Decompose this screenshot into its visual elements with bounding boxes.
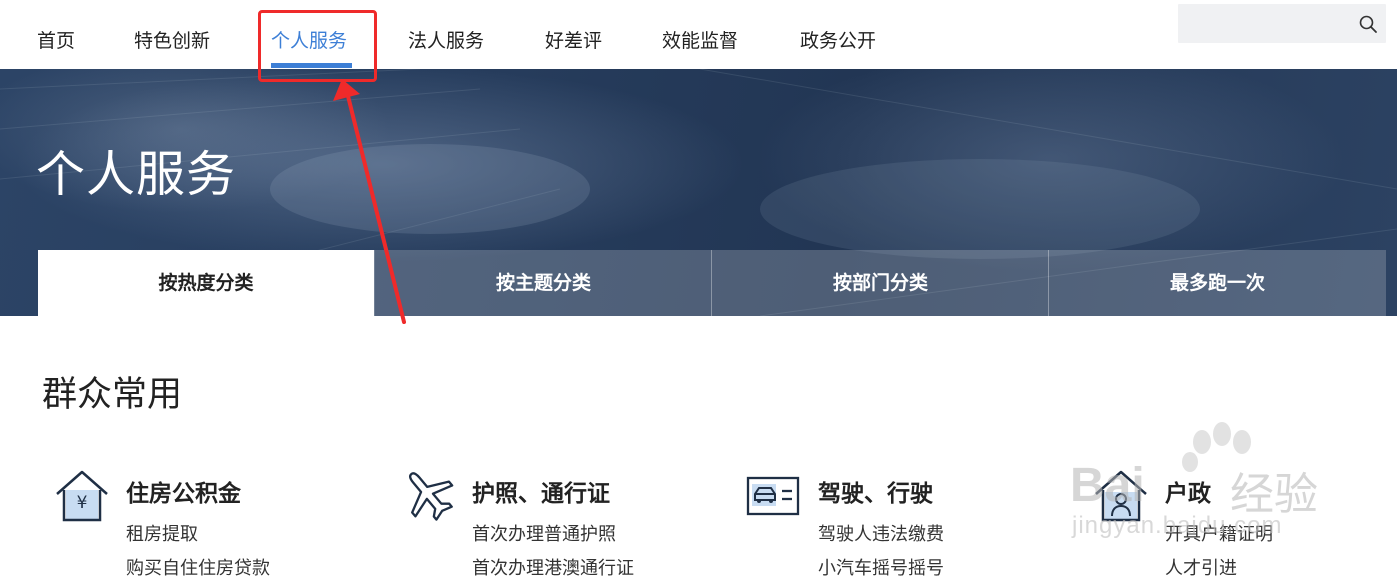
- watermark-brand: Bai: [1070, 459, 1145, 512]
- section-title: 群众常用: [42, 375, 183, 415]
- top-nav: 首页 特色创新 个人服务 法人服务 好差评 效能监督 政务公开: [0, 0, 1397, 69]
- nav-item-innovation[interactable]: 特色创新: [134, 26, 210, 53]
- svg-text:¥: ¥: [77, 493, 88, 513]
- search-icon[interactable]: [1358, 14, 1378, 34]
- driver-license-icon: [746, 476, 800, 516]
- service-link[interactable]: 人才引进: [1165, 554, 1237, 580]
- nav-item-efficiency[interactable]: 效能监督: [662, 26, 738, 53]
- watermark-url: jingyan.baidu.com: [1072, 512, 1283, 539]
- hero-banner: 个人服务 按热度分类 按主题分类 按部门分类 最多跑一次: [0, 69, 1397, 316]
- annotation-highlight-box: [258, 10, 377, 82]
- tab-run-once[interactable]: 最多跑一次: [1048, 250, 1386, 316]
- category-title[interactable]: 住房公积金: [126, 474, 241, 508]
- nav-item-home[interactable]: 首页: [37, 26, 75, 53]
- airplane-icon: [409, 472, 454, 521]
- service-link[interactable]: 首次办理港澳通行证: [472, 554, 634, 580]
- nav-item-legal-services[interactable]: 法人服务: [408, 26, 484, 53]
- service-link[interactable]: 小汽车摇号摇号: [818, 554, 944, 580]
- category-title[interactable]: 驾驶、行驶: [818, 474, 933, 508]
- category-title[interactable]: 户政: [1165, 474, 1211, 508]
- tab-by-department[interactable]: 按部门分类: [711, 250, 1049, 316]
- house-yuan-icon: ¥: [56, 470, 108, 522]
- nav-item-reviews[interactable]: 好差评: [545, 26, 602, 53]
- service-link[interactable]: 购买自住住房贷款: [126, 554, 270, 580]
- category-tabs: 按热度分类 按主题分类 按部门分类 最多跑一次: [38, 250, 1397, 316]
- tab-by-topic[interactable]: 按主题分类: [374, 250, 712, 316]
- tab-by-popularity[interactable]: 按热度分类: [38, 250, 374, 316]
- service-link[interactable]: 首次办理普通护照: [472, 520, 616, 546]
- search-box: [1178, 4, 1386, 43]
- hero-title: 个人服务: [36, 146, 237, 203]
- nav-item-government-affairs[interactable]: 政务公开: [800, 26, 876, 53]
- search-input[interactable]: [1188, 10, 1352, 38]
- category-title[interactable]: 护照、通行证: [472, 474, 610, 508]
- service-link[interactable]: 租房提取: [126, 520, 198, 546]
- service-link[interactable]: 驾驶人违法缴费: [818, 520, 944, 546]
